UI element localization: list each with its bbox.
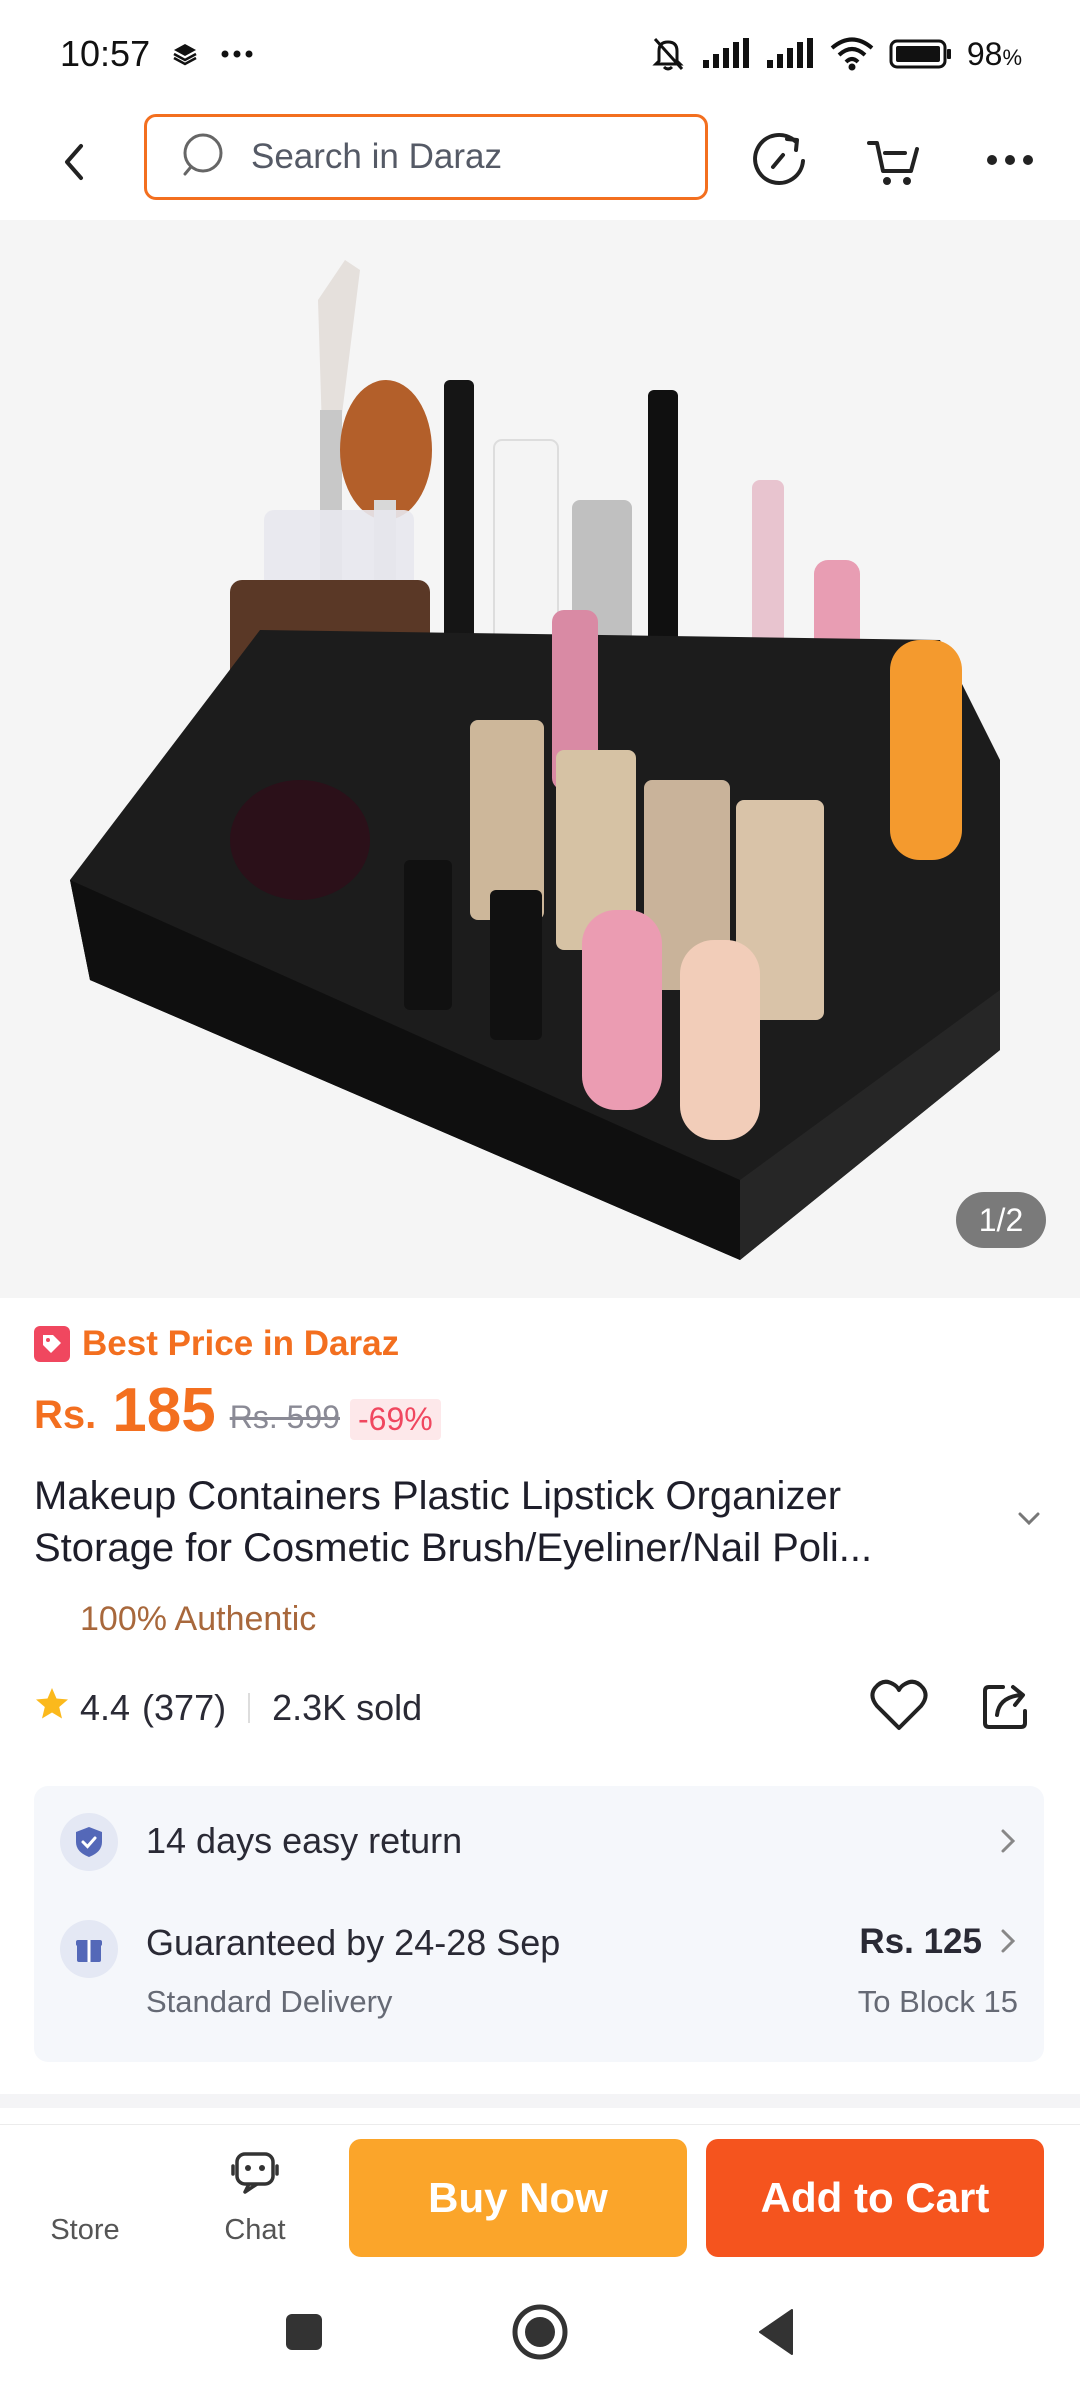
chat-robot-icon [229, 2148, 281, 2214]
recent-apps-button[interactable] [272, 2302, 336, 2366]
status-time: 10:57 [60, 33, 151, 74]
return-label: 14 days easy return [146, 1820, 463, 1861]
rating-row[interactable]: 4.4 (377) 2.3K sold [34, 1678, 422, 1738]
price-currency: Rs. [34, 1393, 97, 1437]
layers-icon [172, 41, 198, 67]
back-arrow-icon [59, 142, 89, 187]
signal-icon [701, 38, 751, 70]
history-refresh-icon [751, 131, 809, 194]
more-notifications-icon [220, 49, 254, 59]
store-button[interactable]: Store [30, 2135, 140, 2255]
system-nav-bar [0, 2266, 1080, 2400]
chat-button[interactable]: Chat [200, 2135, 310, 2255]
delivery-date-label: Guaranteed by 24-28 Sep [146, 1922, 561, 1963]
buy-now-button[interactable]: Buy Now [349, 2139, 687, 2257]
home-button[interactable] [508, 2302, 572, 2366]
rating-divider [248, 1693, 251, 1723]
delivery-fee: Rs. 125 [859, 1922, 982, 1961]
delivery-type-label: Standard Delivery [146, 1984, 393, 2019]
image-counter: 1/2 [956, 1192, 1046, 1248]
sold-count: 2.3K sold [272, 1687, 423, 1728]
product-title-line-1: Makeup Containers Plastic Lipstick Organ… [34, 1474, 842, 1518]
square-icon [284, 2312, 324, 2357]
wishlist-button[interactable] [866, 1676, 932, 1738]
mute-bell-icon [649, 35, 687, 73]
best-price-label: Best Price in Daraz [82, 1324, 400, 1363]
rating-count: (377) [142, 1687, 227, 1728]
top-header: Search in Daraz [0, 108, 1080, 220]
rating-value: 4.4 [80, 1687, 131, 1728]
bottom-action-bar: Store Chat Buy Now Add to Cart [0, 2124, 1080, 2264]
status-bar: 10:57 98% [0, 0, 1080, 108]
best-price-banner: Best Price in Daraz [34, 1324, 399, 1364]
home-circle-icon [511, 2303, 569, 2366]
section-divider [0, 2094, 1080, 2108]
history-refresh-button[interactable] [748, 130, 812, 194]
delivery-location: To Block 15 [857, 1984, 1018, 2019]
search-placeholder: Search in Daraz [251, 137, 502, 176]
expand-title-chevron-icon[interactable] [1016, 1510, 1042, 1533]
more-button[interactable] [978, 130, 1042, 194]
current-price: 185 [112, 1376, 216, 1445]
chevron-right-icon [1000, 1828, 1016, 1859]
product-title-line-2: Storage for Cosmetic Brush/Eyeliner/Nail… [34, 1526, 873, 1570]
service-card: 14 days easy return Guaranteed by 24-28 … [34, 1786, 1044, 2062]
battery-icon [889, 38, 953, 70]
discount-badge: -69% [349, 1399, 441, 1440]
triangle-back-icon [756, 2308, 796, 2361]
store-label: Store [50, 2214, 120, 2246]
gift-box-icon [60, 1920, 118, 1978]
price-row: Rs. 185 Rs. 599 -69% [34, 1374, 441, 1444]
price-tag-icon [34, 1326, 70, 1362]
system-back-button[interactable] [744, 2302, 808, 2366]
shield-check-icon [60, 1813, 118, 1871]
share-icon [979, 1677, 1035, 1738]
product-photo [0, 220, 1080, 1298]
cart-button[interactable] [862, 130, 926, 194]
return-policy-row[interactable]: 14 days easy return [34, 1786, 1044, 1898]
battery-level: 98% [966, 35, 1022, 72]
product-title[interactable]: Makeup Containers Plastic Lipstick Organ… [34, 1470, 1014, 1574]
signal-icon-2 [765, 38, 815, 70]
original-price: Rs. 599 [229, 1399, 340, 1435]
chevron-right-icon [1000, 1928, 1016, 1959]
authentic-label: 100% Authentic [80, 1600, 317, 1638]
search-icon [181, 131, 229, 184]
add-to-cart-button[interactable]: Add to Cart [706, 2139, 1044, 2257]
share-button[interactable] [974, 1676, 1040, 1738]
back-button[interactable] [48, 136, 100, 192]
cart-icon [865, 131, 923, 194]
star-icon [34, 1686, 70, 1731]
chat-label: Chat [224, 2214, 286, 2246]
delivery-row[interactable]: Guaranteed by 24-28 Sep Standard Deliver… [34, 1898, 1044, 2062]
wifi-icon [829, 37, 875, 71]
product-image-gallery[interactable]: 1/2 [0, 220, 1080, 1298]
heart-icon [869, 1678, 929, 1737]
search-input[interactable]: Search in Daraz [144, 114, 708, 200]
more-icon [986, 153, 1034, 171]
